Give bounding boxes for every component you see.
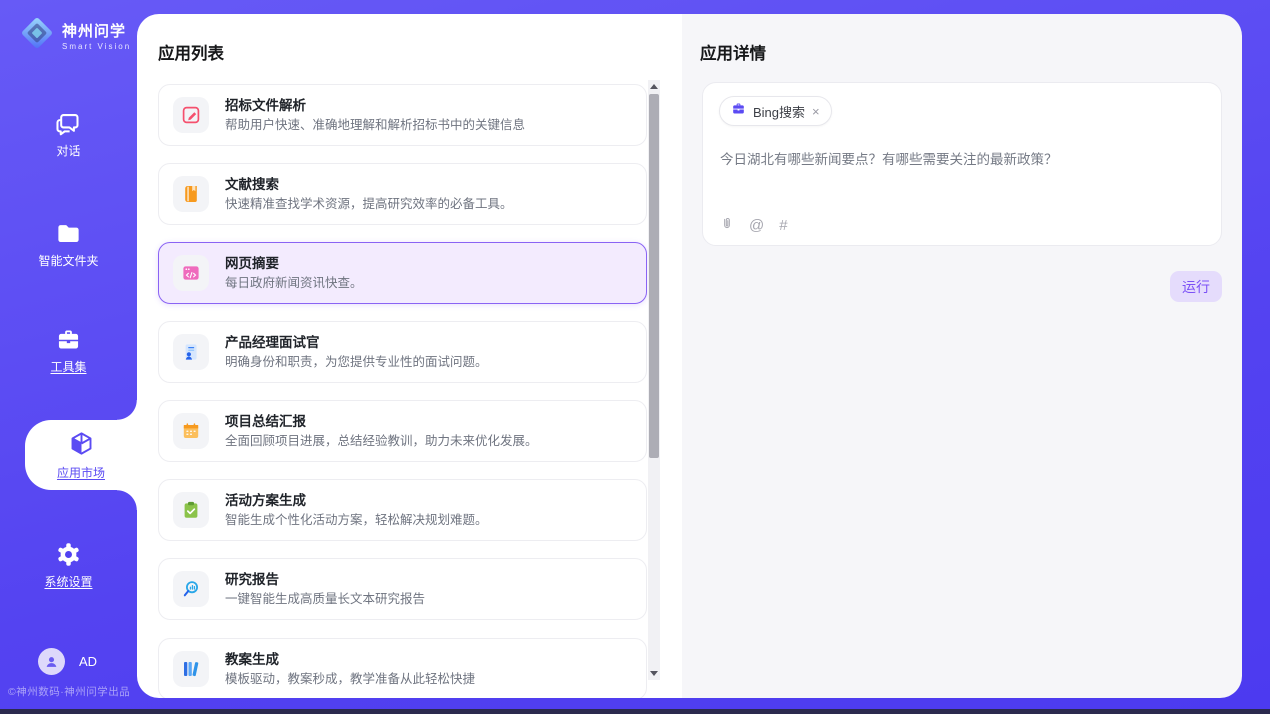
app-name: 项目总结汇报 [225, 414, 538, 430]
app-card-lesson-plan[interactable]: 教案生成 模板驱动，教案秒成，教学准备从此轻松快捷 [158, 638, 647, 698]
book-icon [173, 176, 209, 212]
prompt-toolbar: @ # [720, 215, 788, 235]
app-desc: 帮助用户快速、准确地理解和解析招标书中的关键信息 [225, 118, 525, 132]
sidebar-item-label: 对话 [56, 145, 80, 157]
app-card-event-plan[interactable]: 活动方案生成 智能生成个性化活动方案，轻松解决规划难题。 [158, 479, 647, 541]
prompt-card: Bing搜索 × 今日湖北有哪些新闻要点？有哪些需要关注的最新政策？ @ # [702, 82, 1222, 246]
app-list-title: 应用列表 [158, 40, 224, 64]
sidebar-item-label: 系统设置 [44, 576, 92, 588]
folder-icon [55, 220, 82, 250]
sidebar-item-toolset[interactable]: 工具集 [0, 326, 137, 373]
bottom-strip [0, 709, 1270, 714]
app-desc: 快速精准查找学术资源，提高研究效率的必备工具。 [225, 197, 513, 211]
sidebar: 神州问学 Smart Vision 对话 智能文件夹 [0, 0, 137, 709]
prompt-input[interactable]: 今日湖北有哪些新闻要点？有哪些需要关注的最新政策？ [720, 151, 1200, 170]
sidebar-item-chat[interactable]: 对话 [0, 110, 137, 157]
brand-name: 神州问学 [62, 20, 131, 41]
app-desc: 明确身份和职责，为您提供专业性的面试问题。 [225, 355, 488, 369]
scrollbar[interactable] [648, 80, 660, 680]
tag-close-icon[interactable]: × [812, 105, 820, 118]
app-list-pane: 应用列表 招标文件解析 帮助用户快速、准确地理解和解析招标书中的关键信息 [137, 14, 682, 698]
sidebar-item-label: 应用市场 [57, 464, 105, 481]
magnifier-chart-icon [173, 571, 209, 607]
app-name: 研究报告 [225, 572, 425, 588]
app-name: 文献搜索 [225, 177, 513, 193]
chat-icon [55, 110, 82, 140]
brand-logo: 神州问学 Smart Vision [18, 14, 131, 57]
app-detail-title: 应用详情 [700, 40, 766, 64]
at-icon[interactable]: @ [749, 218, 764, 233]
user-account[interactable]: AD [38, 648, 97, 675]
sidebar-item-label: 工具集 [50, 361, 86, 373]
app-desc: 每日政府新闻资讯快查。 [225, 276, 363, 290]
run-button[interactable]: 运行 [1170, 271, 1222, 302]
hash-icon[interactable]: # [779, 218, 787, 233]
sidebar-item-label: 智能文件夹 [38, 255, 98, 267]
calendar-icon [173, 413, 209, 449]
app-card-project-summary[interactable]: 项目总结汇报 全面回顾项目进展，总结经验教训，助力未来优化发展。 [158, 400, 647, 462]
app-name: 产品经理面试官 [225, 335, 488, 351]
browser-code-icon [173, 255, 209, 291]
sidebar-item-settings[interactable]: 系统设置 [0, 541, 137, 588]
app-card-tender-analysis[interactable]: 招标文件解析 帮助用户快速、准确地理解和解析招标书中的关键信息 [158, 84, 647, 146]
main-content: 应用列表 招标文件解析 帮助用户快速、准确地理解和解析招标书中的关键信息 [137, 14, 1242, 698]
tool-tag-bing-search[interactable]: Bing搜索 × [719, 96, 832, 126]
copyright-footer: ©神州数码·神州问学出品 [8, 684, 130, 699]
app-desc: 一键智能生成高质量长文本研究报告 [225, 592, 425, 606]
briefcase-icon [731, 101, 746, 121]
avatar-person-icon [38, 648, 65, 675]
app-window: 神州问学 Smart Vision 对话 智能文件夹 [0, 0, 1270, 714]
user-initials: AD [79, 654, 97, 669]
sidebar-item-app-market[interactable]: 应用市场 [25, 420, 137, 490]
app-name: 招标文件解析 [225, 98, 525, 114]
app-desc: 全面回顾项目进展，总结经验教训，助力未来优化发展。 [225, 434, 538, 448]
sidebar-item-smart-folder[interactable]: 智能文件夹 [0, 220, 137, 267]
books-icon [173, 651, 209, 687]
app-detail-pane: 应用详情 Bing搜索 × 今日湖北有哪些新闻要点？有哪些需要关注 [682, 14, 1242, 698]
app-card-research-report[interactable]: 研究报告 一键智能生成高质量长文本研究报告 [158, 558, 647, 620]
app-desc: 模板驱动，教案秒成，教学准备从此轻松快捷 [225, 672, 475, 686]
app-card-pm-interviewer[interactable]: 产品经理面试官 明确身份和职责，为您提供专业性的面试问题。 [158, 321, 647, 383]
toolbox-icon [55, 326, 82, 356]
pen-square-icon [173, 97, 209, 133]
scrollbar-thumb[interactable] [649, 94, 659, 458]
brand-subtitle: Smart Vision [62, 42, 131, 51]
app-name: 网页摘要 [225, 256, 363, 272]
clipboard-check-icon [173, 492, 209, 528]
gear-icon [55, 541, 82, 571]
app-desc: 智能生成个性化活动方案，轻松解决规划难题。 [225, 513, 488, 527]
diamond-logo-icon [18, 14, 56, 57]
scrollbar-down-icon[interactable] [650, 671, 658, 676]
app-name: 活动方案生成 [225, 493, 488, 509]
app-card-literature-search[interactable]: 文献搜索 快速精准查找学术资源，提高研究效率的必备工具。 [158, 163, 647, 225]
person-document-icon [173, 334, 209, 370]
paperclip-icon[interactable] [720, 215, 734, 235]
cube-icon [68, 430, 95, 460]
scrollbar-up-icon[interactable] [650, 84, 658, 89]
app-card-web-summary[interactable]: 网页摘要 每日政府新闻资讯快查。 [158, 242, 647, 304]
tool-tag-label: Bing搜索 [753, 102, 805, 121]
app-name: 教案生成 [225, 652, 475, 668]
